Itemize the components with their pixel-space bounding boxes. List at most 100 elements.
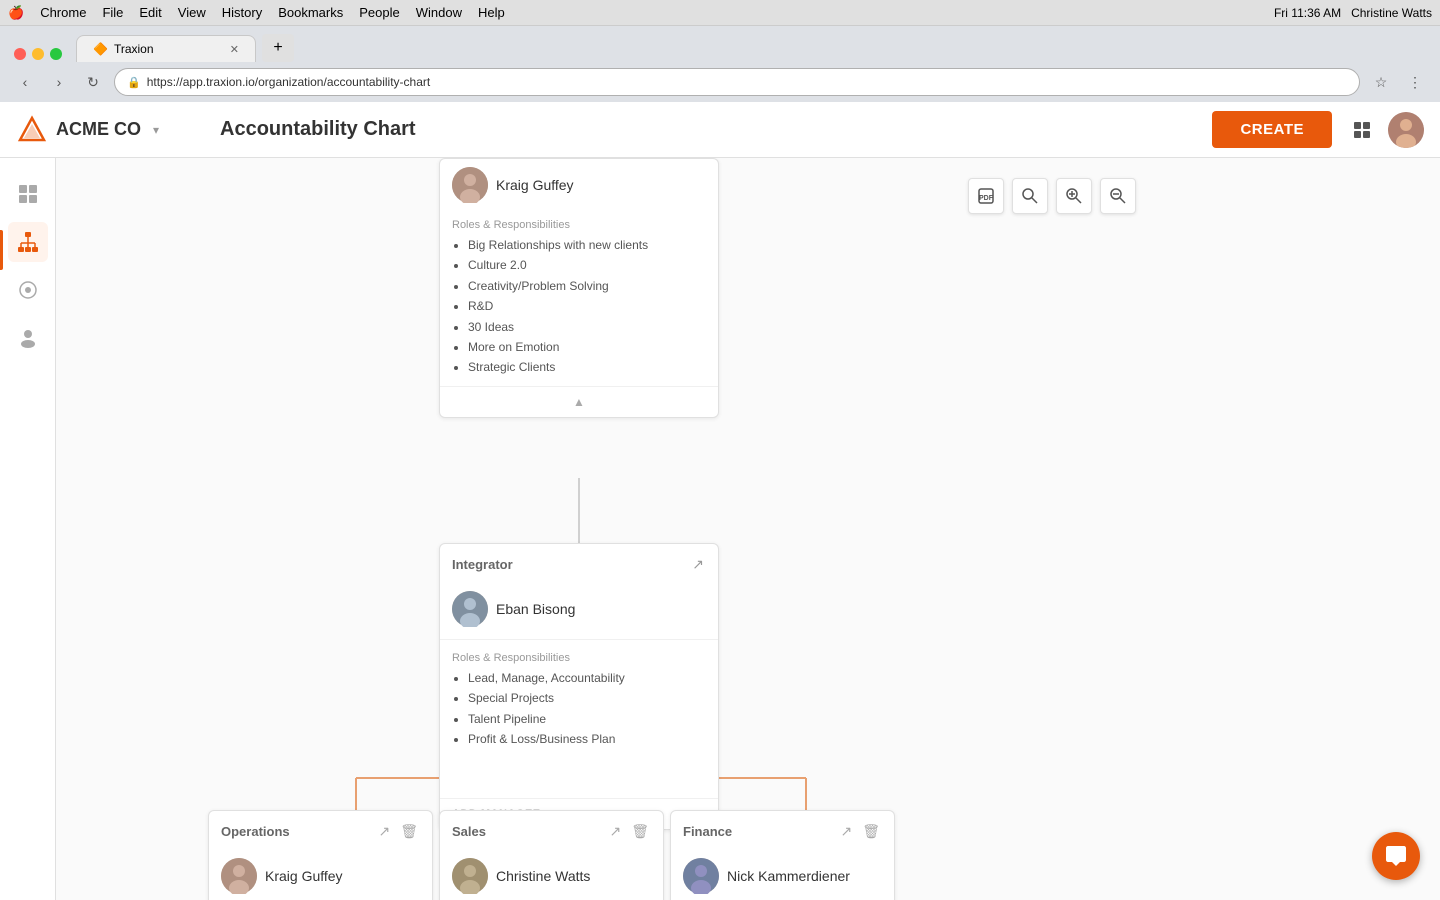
visionary-name: Kraig Guffey bbox=[496, 177, 574, 193]
operations-avatar bbox=[221, 858, 257, 894]
resp-item: Creativity/Problem Solving bbox=[468, 276, 706, 296]
menu-file[interactable]: File bbox=[102, 5, 123, 20]
search-zoom-button[interactable] bbox=[1012, 178, 1048, 214]
integrator-name: Eban Bisong bbox=[496, 601, 575, 617]
tab-label: Traxion bbox=[114, 42, 154, 56]
resp-item: R&D bbox=[468, 296, 706, 316]
zoom-in-button[interactable] bbox=[1056, 178, 1092, 214]
menu-window[interactable]: Window bbox=[416, 5, 462, 20]
finance-actions: ↗ 🗑 bbox=[838, 821, 882, 842]
finance-person-row: Nick Kammerdiener bbox=[671, 850, 894, 900]
back-button[interactable]: ‹ bbox=[12, 69, 38, 95]
grid-view-button[interactable] bbox=[1344, 112, 1380, 148]
resp-item: Strategic Clients bbox=[468, 357, 706, 377]
sidebar-item-people[interactable] bbox=[8, 318, 48, 358]
url-text: https://app.traxion.io/organization/acco… bbox=[147, 75, 431, 89]
tab-close-button[interactable]: ✕ bbox=[230, 43, 239, 56]
sidebar-item-dashboard[interactable] bbox=[8, 174, 48, 214]
menu-people[interactable]: People bbox=[359, 5, 399, 20]
integrator-node: Integrator ↗ Eban Bisong Roles & Respons… bbox=[439, 543, 719, 830]
app-header: ACME CO ▾ Accountability Chart CREATE bbox=[0, 102, 1440, 158]
resp-item: Profit & Loss/Business Plan bbox=[468, 729, 706, 749]
svg-text:PDF: PDF bbox=[979, 195, 994, 202]
secure-icon: 🔒 bbox=[127, 76, 141, 89]
company-name[interactable]: ACME CO bbox=[56, 119, 141, 140]
menu-help[interactable]: Help bbox=[478, 5, 505, 20]
zoom-controls: PDF bbox=[968, 178, 1136, 214]
active-sidebar-indicator bbox=[0, 230, 3, 270]
sidebar-item-orgchart[interactable] bbox=[8, 222, 48, 262]
sidebar bbox=[0, 158, 56, 900]
integrator-avatar bbox=[452, 591, 488, 627]
menu-bookmarks[interactable]: Bookmarks bbox=[278, 5, 343, 20]
finance-delete[interactable]: 🗑 bbox=[860, 821, 882, 842]
resp-item: Big Relationships with new clients bbox=[468, 235, 706, 255]
create-button[interactable]: CREATE bbox=[1212, 111, 1332, 148]
app-name[interactable]: Chrome bbox=[40, 5, 86, 20]
bookmark-button[interactable]: ☆ bbox=[1368, 69, 1394, 95]
integrator-header: Integrator ↗ bbox=[440, 544, 718, 583]
sales-delete[interactable]: 🗑 bbox=[629, 821, 651, 842]
operations-role-title: Operations bbox=[221, 824, 290, 839]
operations-external-link[interactable]: ↗ bbox=[376, 821, 392, 842]
browser-tab-bar: 🔶 Traxion ✕ + bbox=[0, 26, 1440, 62]
chat-widget[interactable] bbox=[1372, 832, 1420, 880]
sales-node: Sales ↗ 🗑 Christine Watts Roles & Respon bbox=[439, 810, 664, 900]
active-tab[interactable]: 🔶 Traxion ✕ bbox=[76, 35, 256, 62]
sales-person-name: Christine Watts bbox=[496, 868, 590, 884]
integrator-external-link[interactable]: ↗ bbox=[690, 554, 706, 575]
page-title: Accountability Chart bbox=[220, 118, 416, 141]
sales-actions: ↗ 🗑 bbox=[607, 821, 651, 842]
company-chevron[interactable]: ▾ bbox=[153, 123, 159, 137]
finance-avatar bbox=[683, 858, 719, 894]
system-time: Fri 11:36 AM bbox=[1274, 6, 1341, 20]
integrator-person-row: Eban Bisong bbox=[440, 583, 718, 635]
sales-avatar bbox=[452, 858, 488, 894]
finance-external-link[interactable]: ↗ bbox=[838, 821, 854, 842]
operations-actions: ↗ 🗑 bbox=[376, 821, 420, 842]
mac-menubar: 🍎 Chrome File Edit View History Bookmark… bbox=[0, 0, 1440, 26]
integrator-role-title: Integrator bbox=[452, 557, 513, 572]
address-bar[interactable]: 🔒 https://app.traxion.io/organization/ac… bbox=[114, 68, 1360, 96]
refresh-button[interactable]: ↻ bbox=[80, 69, 106, 95]
menu-history[interactable]: History bbox=[222, 5, 262, 20]
browser-controls: ‹ › ↻ 🔒 https://app.traxion.io/organizat… bbox=[0, 62, 1440, 102]
resp-item: Culture 2.0 bbox=[468, 255, 706, 275]
sales-role-title: Sales bbox=[452, 824, 486, 839]
operations-header: Operations ↗ 🗑 bbox=[209, 811, 432, 850]
resp-item: More on Emotion bbox=[468, 337, 706, 357]
resp-item: Talent Pipeline bbox=[468, 709, 706, 729]
sales-external-link[interactable]: ↗ bbox=[607, 821, 623, 842]
resp-item: 30 Ideas bbox=[468, 317, 706, 337]
main-content: Kraig Guffey Roles & Responsibilities Bi… bbox=[56, 158, 1440, 900]
zoom-out-button[interactable] bbox=[1100, 178, 1136, 214]
logo-area: ACME CO ▾ bbox=[16, 114, 196, 146]
operations-node: Operations ↗ 🗑 Kraig Guffey Roles & Resp bbox=[208, 810, 433, 900]
integrator-responsibilities: Lead, Manage, Accountability Special Pro… bbox=[440, 668, 718, 758]
menu-edit[interactable]: Edit bbox=[139, 5, 161, 20]
operations-person-row: Kraig Guffey bbox=[209, 850, 432, 900]
pdf-export-button[interactable]: PDF bbox=[968, 178, 1004, 214]
visionary-roles-title: Roles & Responsibilities bbox=[440, 211, 718, 235]
chart-area: Kraig Guffey Roles & Responsibilities Bi… bbox=[56, 158, 1156, 900]
finance-role-title: Finance bbox=[683, 824, 732, 839]
sales-header: Sales ↗ 🗑 bbox=[440, 811, 663, 850]
finance-person-name: Nick Kammerdiener bbox=[727, 868, 850, 884]
tab-favicon: 🔶 bbox=[93, 42, 108, 56]
operations-person-name: Kraig Guffey bbox=[265, 868, 343, 884]
sidebar-item-integrations[interactable] bbox=[8, 270, 48, 310]
resp-item: Lead, Manage, Accountability bbox=[468, 668, 706, 688]
forward-button[interactable]: › bbox=[46, 69, 72, 95]
menu-view[interactable]: View bbox=[178, 5, 206, 20]
system-user: Christine Watts bbox=[1351, 6, 1432, 20]
operations-delete[interactable]: 🗑 bbox=[398, 821, 420, 842]
collapse-icon: ▲ bbox=[573, 395, 585, 409]
visionary-node: Kraig Guffey Roles & Responsibilities Bi… bbox=[439, 158, 719, 418]
sales-person-row: Christine Watts bbox=[440, 850, 663, 900]
finance-header: Finance ↗ 🗑 bbox=[671, 811, 894, 850]
user-avatar[interactable] bbox=[1388, 112, 1424, 148]
visionary-collapse-btn[interactable]: ▲ bbox=[440, 386, 718, 417]
apple-menu[interactable]: 🍎 bbox=[8, 5, 24, 21]
integrator-roles-title: Roles & Responsibilities bbox=[440, 644, 718, 668]
more-button[interactable]: ⋮ bbox=[1402, 69, 1428, 95]
